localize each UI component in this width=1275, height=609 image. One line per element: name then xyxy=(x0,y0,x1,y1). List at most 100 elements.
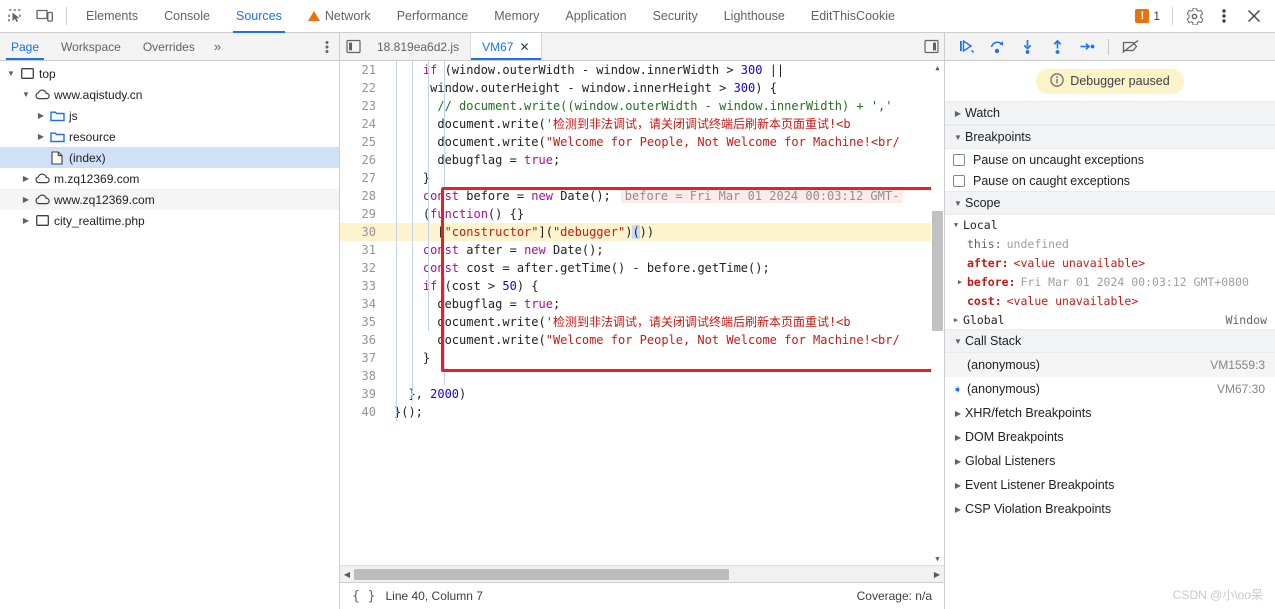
scrollbar-left-arrow[interactable]: ◀ xyxy=(340,570,354,579)
tree-item-www-zq12369[interactable]: ▶ www.zq12369.com xyxy=(0,189,339,210)
code-line[interactable]: 28 const before = new Date(); before = Fr… xyxy=(340,187,944,205)
editor-tab-vm67[interactable]: VM67 ✕ xyxy=(471,33,542,60)
tab-lighthouse[interactable]: Lighthouse xyxy=(711,0,798,33)
code-line[interactable]: 25 document.write("Welcome for People, N… xyxy=(340,133,944,151)
section-xhr-fetch-breakpoints[interactable]: ▶ XHR/fetch Breakpoints xyxy=(945,401,1275,425)
section-global-listeners[interactable]: ▶ Global Listeners xyxy=(945,449,1275,473)
chevron-right-icon[interactable]: ▶ xyxy=(951,109,965,118)
scrollbar-track[interactable] xyxy=(354,567,930,581)
close-icon[interactable] xyxy=(1239,2,1269,30)
scrollbar-right-arrow[interactable]: ▶ xyxy=(930,570,944,579)
tree-item-js[interactable]: ▶ js xyxy=(0,105,339,126)
chevron-right-icon[interactable]: ▶ xyxy=(953,278,967,286)
scope-entry-after[interactable]: after: <value unavailable> xyxy=(945,253,1275,272)
call-stack-frame[interactable]: (anonymous) VM1559:3 xyxy=(945,353,1275,377)
chevron-right-icon[interactable]: ▶ xyxy=(19,195,33,204)
chevron-right-icon[interactable]: ▶ xyxy=(949,316,963,324)
vertical-scrollbar[interactable]: ▲ ▼ xyxy=(931,61,944,565)
scrollbar-thumb[interactable] xyxy=(354,568,729,580)
code-line[interactable]: 32 const cost = after.getTime() - before… xyxy=(340,259,944,277)
panel-collapse-left-icon[interactable] xyxy=(340,33,366,60)
step-into-icon[interactable] xyxy=(1013,35,1041,59)
tab-performance[interactable]: Performance xyxy=(384,0,482,33)
section-csp-violation-breakpoints[interactable]: ▶ CSP Violation Breakpoints xyxy=(945,497,1275,521)
code-line[interactable]: 40 }(); xyxy=(340,403,944,421)
code-editor[interactable]: 21 if (window.outerWidth - window.innerW… xyxy=(340,61,944,565)
navigator-more-vertical-icon[interactable] xyxy=(315,33,339,60)
step-over-icon[interactable] xyxy=(983,35,1011,59)
chevron-down-icon[interactable]: ▼ xyxy=(19,90,33,99)
code-line[interactable]: 34 debugflag = true; xyxy=(340,295,944,313)
code-line[interactable]: 37 } xyxy=(340,349,944,367)
tab-security[interactable]: Security xyxy=(640,0,711,33)
tab-application[interactable]: Application xyxy=(552,0,639,33)
code-line[interactable]: 24 document.write('检测到非法调试，请关闭调试终端后刷新本页面… xyxy=(340,115,944,133)
nav-tab-workspace[interactable]: Workspace xyxy=(50,33,132,60)
scope-entry-this[interactable]: this: undefined xyxy=(945,234,1275,253)
chevron-right-icon[interactable]: ▶ xyxy=(19,174,33,183)
chevron-down-icon[interactable]: ▼ xyxy=(951,133,965,142)
section-breakpoints[interactable]: ▼ Breakpoints xyxy=(945,125,1275,149)
chevron-right-icon[interactable]: ▶ xyxy=(951,433,965,442)
scope-local-header[interactable]: ▼ Local xyxy=(945,215,1275,234)
tree-item-m-zq12369[interactable]: ▶ m.zq12369.com xyxy=(0,168,339,189)
section-call-stack[interactable]: ▼ Call Stack xyxy=(945,329,1275,353)
call-stack-frame-current[interactable]: ➧ (anonymous) VM67:30 xyxy=(945,377,1275,401)
scrollbar-down-arrow[interactable]: ▼ xyxy=(931,552,944,565)
tree-item-city-realtime[interactable]: ▶ city_realtime.php xyxy=(0,210,339,231)
chevron-down-icon[interactable]: ▼ xyxy=(951,199,965,208)
tab-network[interactable]: Network xyxy=(295,0,384,33)
step-icon[interactable] xyxy=(1073,35,1101,59)
chevron-right-icon[interactable]: ▶ xyxy=(951,409,965,418)
chevron-right-icon[interactable]: ▶ xyxy=(951,457,965,466)
chevron-down-icon[interactable]: ▼ xyxy=(4,69,18,78)
code-line[interactable]: 35 document.write('检测到非法调试，请关闭调试终端后刷新本页面… xyxy=(340,313,944,331)
nav-tab-page[interactable]: Page xyxy=(0,33,50,60)
scrollbar-up-arrow[interactable]: ▲ xyxy=(931,61,944,74)
section-scope[interactable]: ▼ Scope xyxy=(945,191,1275,215)
horizontal-scrollbar[interactable]: ◀ ▶ xyxy=(340,565,944,582)
section-dom-breakpoints[interactable]: ▶ DOM Breakpoints xyxy=(945,425,1275,449)
code-line[interactable]: 23 // document.write((window.outerWidth … xyxy=(340,97,944,115)
tab-elements[interactable]: Elements xyxy=(73,0,151,33)
editor-tab-18819ea6d2[interactable]: 18.819ea6d2.js xyxy=(366,33,472,60)
tab-editthiscookie[interactable]: EditThisCookie xyxy=(798,0,908,33)
code-line[interactable]: 31 const after = new Date(); xyxy=(340,241,944,259)
code-line[interactable]: 39 }, 2000) xyxy=(340,385,944,403)
scrollbar-thumb[interactable] xyxy=(932,211,943,331)
nav-tab-overrides[interactable]: Overrides xyxy=(132,33,206,60)
resume-script-icon[interactable] xyxy=(953,35,981,59)
chevron-down-icon[interactable]: ▼ xyxy=(949,221,963,229)
checkbox[interactable] xyxy=(953,153,965,166)
chevron-right-icon[interactable]: ▶ xyxy=(951,505,965,514)
inspect-cursor-icon[interactable] xyxy=(0,2,30,30)
scope-global[interactable]: ▶ Global Window xyxy=(945,310,1275,329)
code-line[interactable]: 36 document.write("Welcome for People, N… xyxy=(340,331,944,349)
chevron-right-icon[interactable]: ▶ xyxy=(34,111,48,120)
section-watch[interactable]: ▶ Watch xyxy=(945,101,1275,125)
code-line[interactable]: 33 if (cost > 50) { xyxy=(340,277,944,295)
code-line[interactable]: 38 xyxy=(340,367,944,385)
code-line[interactable]: 29 (function() {} xyxy=(340,205,944,223)
tree-item-resource[interactable]: ▶ resource xyxy=(0,126,339,147)
warning-badge[interactable]: ! 1 xyxy=(1129,9,1166,23)
panel-expand-right-icon[interactable] xyxy=(918,33,944,60)
scope-entry-before[interactable]: ▶ before: Fri Mar 01 2024 00:03:12 GMT+0… xyxy=(945,272,1275,291)
tab-console[interactable]: Console xyxy=(151,0,223,33)
checkbox[interactable] xyxy=(953,174,965,187)
close-icon[interactable]: ✕ xyxy=(519,41,529,53)
tree-item-aqistudy[interactable]: ▼ www.aqistudy.cn xyxy=(0,84,339,105)
pause-caught-exceptions-row[interactable]: Pause on caught exceptions xyxy=(945,170,1275,191)
code-line[interactable]: 21 if (window.outerWidth - window.innerW… xyxy=(340,61,944,79)
chevron-down-icon[interactable]: ▼ xyxy=(951,337,965,346)
deactivate-breakpoints-icon[interactable] xyxy=(1116,35,1144,59)
chevron-right-icon[interactable]: ▶ xyxy=(19,216,33,225)
code-line[interactable]: 26 debugflag = true; xyxy=(340,151,944,169)
code-line-highlighted[interactable]: 30 ["constructor"]("debugger")()) xyxy=(340,223,944,241)
tab-sources[interactable]: Sources xyxy=(223,0,295,33)
tab-memory[interactable]: Memory xyxy=(481,0,552,33)
tree-item-index[interactable]: (index) xyxy=(0,147,339,168)
scope-entry-cost[interactable]: cost: <value unavailable> xyxy=(945,291,1275,310)
nav-more-tabs-icon[interactable]: » xyxy=(206,33,229,60)
code-line[interactable]: 22 window.outerHeight - window.innerHeig… xyxy=(340,79,944,97)
